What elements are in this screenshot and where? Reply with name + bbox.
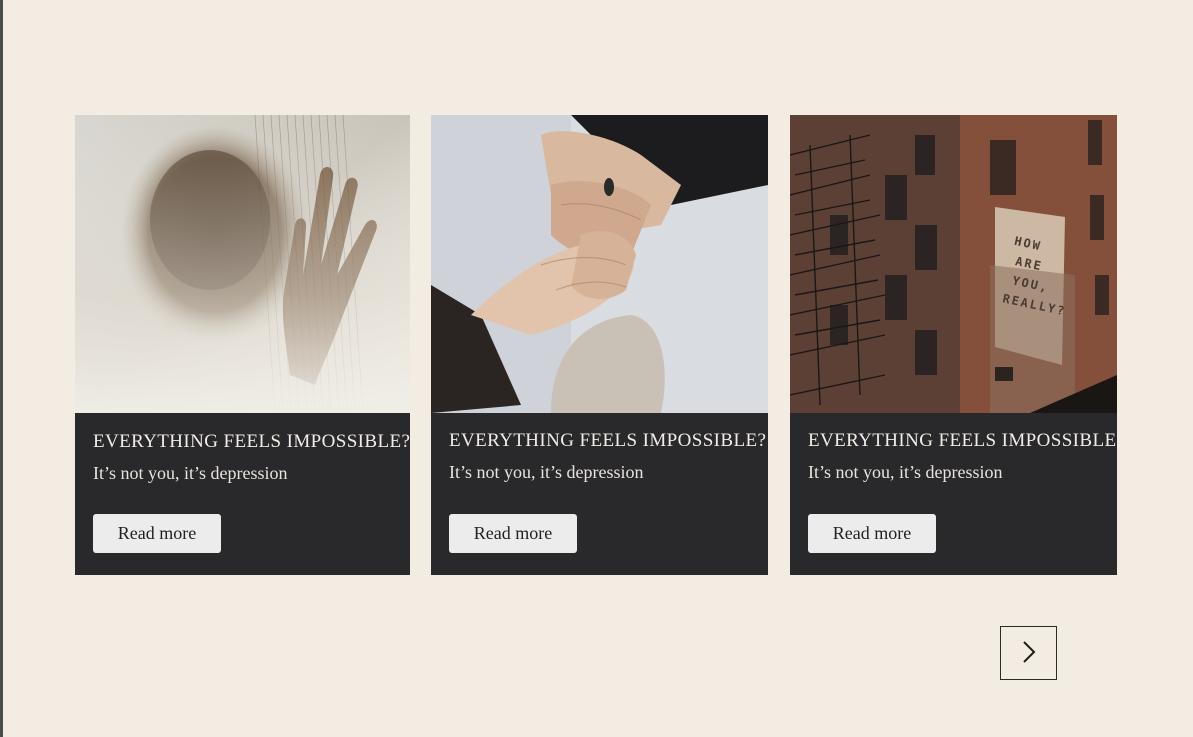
card-title: EVERYTHING FEELS IMPOSSIBLE? xyxy=(93,431,410,452)
article-card-1: EVERYTHING FEELS IMPOSSIBLE? It’s not yo… xyxy=(75,115,410,575)
card-subtitle: It’s not you, it’s depression xyxy=(808,462,1003,482)
read-more-button[interactable]: Read more xyxy=(808,514,936,553)
card-image[interactable]: HOW ARE YOU, REALLY? xyxy=(790,115,1117,413)
card-image[interactable] xyxy=(431,115,768,413)
article-card-3: HOW ARE YOU, REALLY? EVERYTHING FEELS IM… xyxy=(790,115,1117,575)
card-title: EVERYTHING FEELS IMPOSSIBLE? xyxy=(808,430,1117,451)
read-more-button[interactable]: Read more xyxy=(93,514,221,553)
card-subtitle: It’s not you, it’s depression xyxy=(449,462,644,482)
carousel-next-button[interactable] xyxy=(1000,626,1057,680)
card-title: EVERYTHING FEELS IMPOSSIBLE? xyxy=(449,430,767,451)
card-subtitle: It’s not you, it’s depression xyxy=(93,463,288,483)
chevron-right-icon xyxy=(1020,639,1038,668)
read-more-button[interactable]: Read more xyxy=(449,514,577,553)
curtain-hand-photo xyxy=(75,115,410,413)
holding-hands-photo xyxy=(431,115,768,413)
left-divider xyxy=(0,0,3,737)
brick-building-photo: HOW ARE YOU, REALLY? xyxy=(790,115,1117,413)
article-card-2: EVERYTHING FEELS IMPOSSIBLE? It’s not yo… xyxy=(431,115,768,575)
card-image[interactable] xyxy=(75,115,410,413)
